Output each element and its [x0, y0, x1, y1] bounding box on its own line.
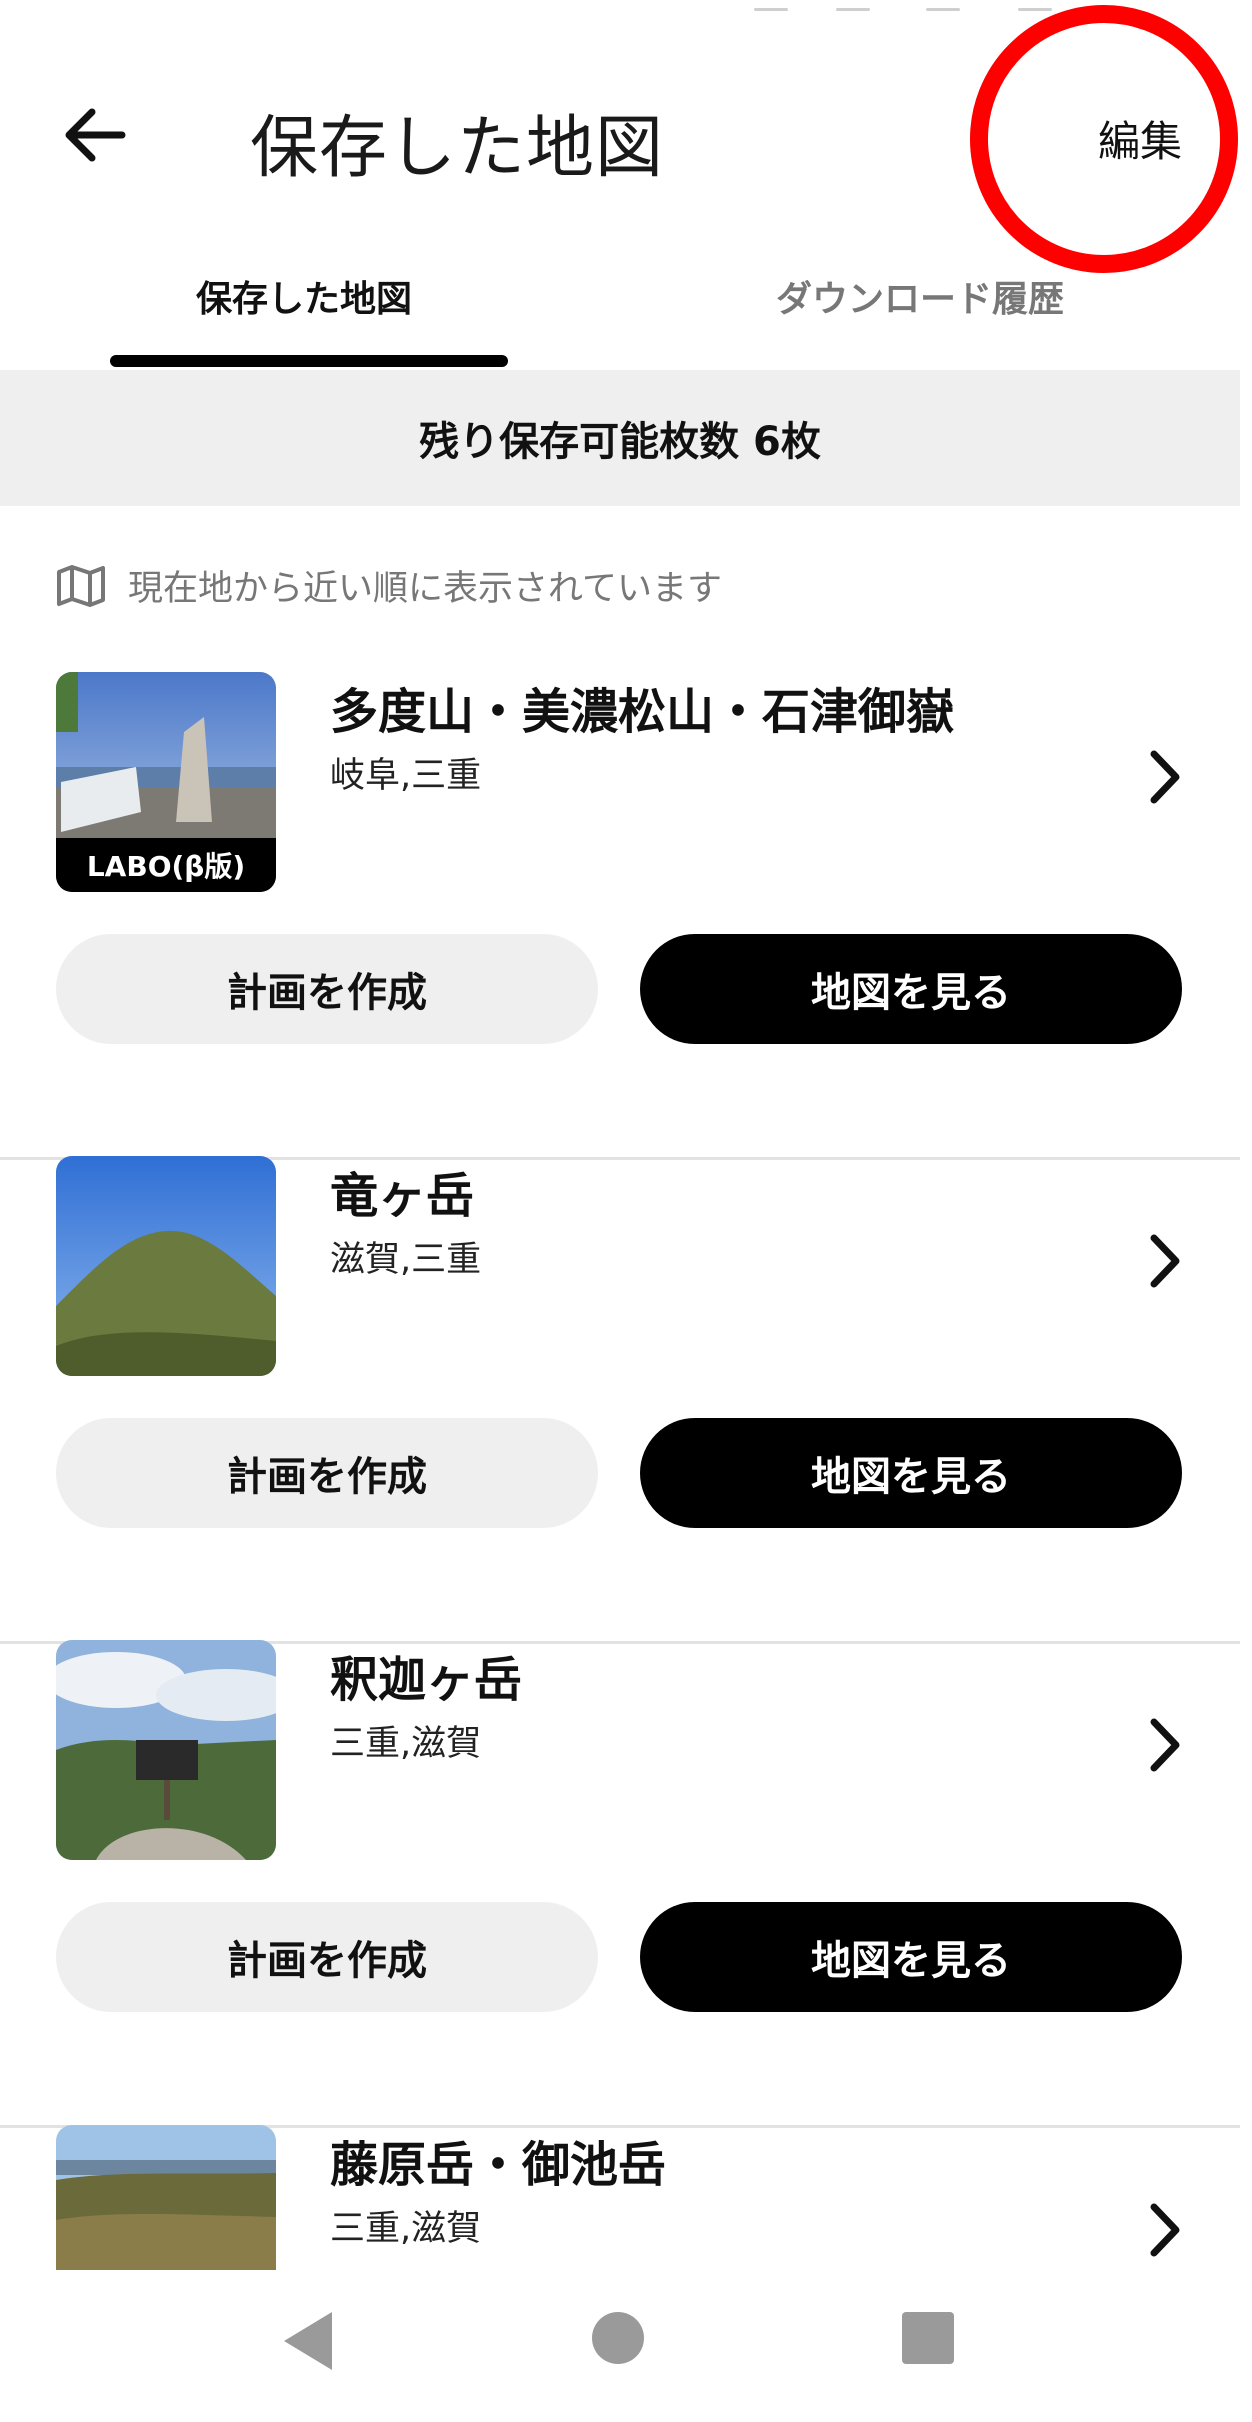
mountain-region: 滋賀,三重 — [330, 1240, 482, 1280]
sort-hint: 現在地から近い順に表示されています — [56, 560, 722, 611]
list-item: 釈迦ヶ岳 三重,滋賀 計画を作成 地図を見る — [0, 1640, 1240, 2128]
back-triangle-icon[interactable] — [280, 2310, 336, 2372]
photo-image — [56, 2125, 276, 2270]
sort-hint-text: 現在地から近い順に表示されています — [128, 569, 722, 609]
mountain-thumbnail[interactable] — [56, 1640, 276, 1860]
create-plan-button[interactable]: 計画を作成 — [56, 1418, 598, 1528]
photo-image — [56, 1640, 276, 1860]
create-plan-button[interactable]: 計画を作成 — [56, 1902, 598, 2012]
mountain-region: 岐阜,三重 — [330, 756, 482, 796]
mountain-region: 三重,滋賀 — [330, 2209, 482, 2249]
mountain-region: 三重,滋賀 — [330, 1724, 482, 1764]
active-tab-indicator — [110, 355, 508, 367]
mountain-thumbnail[interactable]: LABO(β版) — [56, 672, 276, 892]
tab-download-history[interactable]: ダウンロード履歴 — [776, 270, 1064, 322]
view-map-button[interactable]: 地図を見る — [640, 1902, 1182, 2012]
photo-image — [56, 1156, 276, 1376]
recents-square-icon[interactable] — [900, 2310, 956, 2366]
list-item: 竜ヶ岳 滋賀,三重 計画を作成 地図を見る — [0, 1156, 1240, 1644]
remaining-save-count: 残り保存可能枚数 6枚 — [0, 370, 1240, 506]
mountain-name[interactable]: 藤原岳・御池岳 — [330, 2125, 666, 2195]
mountain-thumbnail[interactable] — [56, 2125, 276, 2270]
view-map-button[interactable]: 地図を見る — [640, 1418, 1182, 1528]
view-map-button[interactable]: 地図を見る — [640, 934, 1182, 1044]
tab-saved-maps[interactable]: 保存した地図 — [196, 270, 412, 322]
create-plan-button[interactable]: 計画を作成 — [56, 934, 598, 1044]
map-icon — [57, 564, 105, 607]
back-button[interactable] — [60, 100, 130, 170]
home-circle-icon[interactable] — [590, 2310, 646, 2366]
system-nav-bar — [0, 2270, 1252, 2422]
page-title: 保存した地図 — [250, 109, 665, 188]
chevron-right-icon[interactable] — [1140, 742, 1190, 812]
mountain-name[interactable]: 竜ヶ岳 — [330, 1156, 474, 1226]
chevron-right-icon[interactable] — [1140, 1710, 1190, 1780]
list-item: LABO(β版) 多度山・美濃松山・石津御嶽 岐阜,三重 計画を作成 地図を見る — [0, 672, 1240, 1160]
mountain-name[interactable]: 釈迦ヶ岳 — [330, 1640, 522, 1710]
arrow-left-icon — [65, 108, 126, 162]
chevron-right-icon[interactable] — [1140, 2195, 1190, 2265]
tab-bar: 保存した地図 ダウンロード履歴 — [0, 250, 1240, 373]
chevron-right-icon[interactable] — [1140, 1226, 1190, 1296]
labo-badge: LABO(β版) — [56, 838, 276, 892]
list-item: 藤原岳・御池岳 三重,滋賀 — [0, 2125, 1240, 2270]
mountain-name[interactable]: 多度山・美濃松山・石津御嶽 — [330, 672, 954, 742]
highlight-circle — [970, 5, 1238, 273]
mountain-thumbnail[interactable] — [56, 1156, 276, 1376]
app-header: 保存した地図 編集 — [0, 0, 1252, 273]
